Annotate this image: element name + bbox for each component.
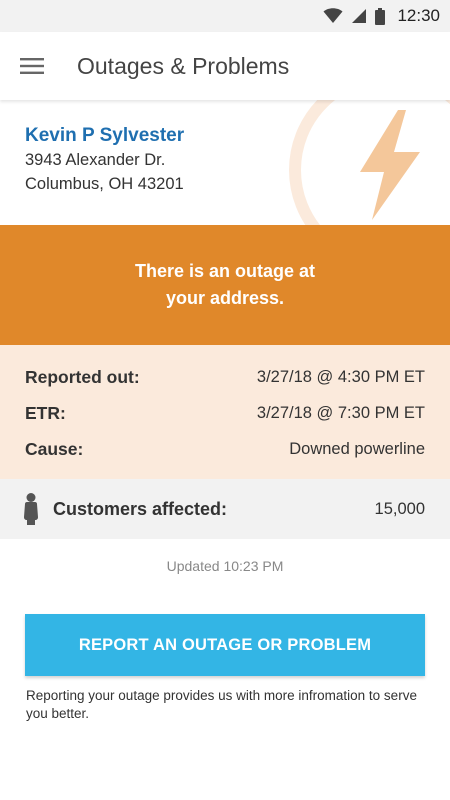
reported-out-row: Reported out: 3/27/18 @ 4:30 PM ET	[25, 359, 425, 395]
cause-label: Cause:	[25, 438, 84, 459]
customers-affected-row: Customers affected: 15,000	[0, 479, 450, 539]
cell-signal-icon	[352, 9, 367, 23]
app-bar: Outages & Problems	[0, 32, 450, 100]
person-icon	[24, 493, 38, 525]
reported-out-value: 3/27/18 @ 4:30 PM ET	[256, 367, 425, 386]
account-info: Kevin P Sylvester 3943 Alexander Dr. Col…	[0, 100, 450, 225]
page-title: Outages & Problems	[77, 52, 290, 79]
report-info-text: Reporting your outage provides us with m…	[26, 688, 417, 721]
reported-out-label: Reported out:	[25, 366, 140, 387]
outage-alert-message: There is an outage at your address.	[134, 261, 316, 308]
menu-button[interactable]	[0, 32, 64, 100]
wifi-icon	[323, 8, 343, 23]
hamburger-menu-icon	[20, 58, 44, 74]
status-time: 12:30	[397, 6, 440, 25]
lightning-bolt-icon	[289, 100, 450, 225]
status-bar: 12:30	[0, 0, 450, 32]
battery-icon	[375, 7, 386, 25]
cause-value: Downed powerline	[289, 439, 425, 458]
cause-row: Cause: Downed powerline	[25, 431, 425, 467]
etr-label: ETR:	[25, 402, 66, 423]
last-updated-text: Updated 10:23 PM	[166, 558, 284, 574]
customers-affected-label: Customers affected:	[53, 498, 228, 519]
outage-alert-banner: There is an outage at your address.	[0, 225, 450, 345]
outage-details: Reported out: 3/27/18 @ 4:30 PM ET ETR: …	[0, 345, 450, 479]
etr-value: 3/27/18 @ 7:30 PM ET	[256, 403, 425, 422]
customers-affected-value: 15,000	[374, 499, 425, 518]
report-outage-button[interactable]: REPORT AN OUTAGE OR PROBLEM	[25, 614, 425, 676]
etr-row: ETR: 3/27/18 @ 7:30 PM ET	[25, 395, 425, 431]
